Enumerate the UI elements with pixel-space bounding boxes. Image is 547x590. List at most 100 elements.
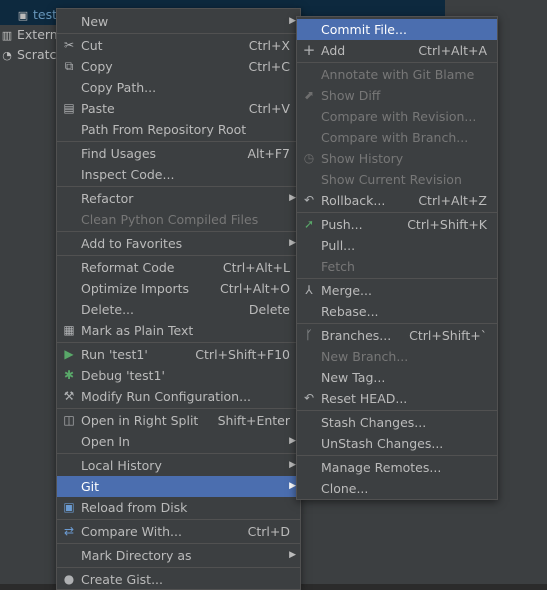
git-item-add[interactable]: + Add Ctrl+Alt+A xyxy=(297,40,497,61)
git-item-compare-branch[interactable]: Compare with Branch... xyxy=(297,127,497,148)
menu-item-label: Create Gist... xyxy=(81,572,164,587)
git-item-new-tag[interactable]: New Tag... xyxy=(297,367,497,388)
menu-separator xyxy=(57,33,300,34)
menu-item-label: Delete... xyxy=(81,302,134,317)
menu-item-label: UnStash Changes... xyxy=(321,436,444,451)
menu-item-git[interactable]: Git ▶ xyxy=(57,476,300,497)
git-item-clone[interactable]: Clone... xyxy=(297,478,497,499)
menu-item-label: Open in Right Split xyxy=(81,413,199,428)
menu-item-label: Copy Path... xyxy=(81,80,157,95)
menu-item-label: Compare with Branch... xyxy=(321,130,469,145)
menu-item-shortcut: Ctrl+Alt+A xyxy=(418,43,487,58)
menu-item-copy-path[interactable]: Copy Path... xyxy=(57,77,300,98)
menu-item-shortcut: Ctrl+C xyxy=(248,59,290,74)
git-item-annotate[interactable]: Annotate with Git Blame xyxy=(297,64,497,85)
menu-item-shortcut: Ctrl+Shift+F10 xyxy=(195,347,290,362)
context-menu: New ▶ ✂ Cut Ctrl+X ⧉ Copy Ctrl+C Copy Pa… xyxy=(56,8,301,590)
menu-item-label: Mark as Plain Text xyxy=(81,323,194,338)
menu-item-shortcut: Ctrl+Shift+K xyxy=(407,217,487,232)
merge-icon: ⅄ xyxy=(305,283,313,297)
submenu-arrow-icon: ▶ xyxy=(289,550,296,560)
tree-row-scratches[interactable]: ◔ Scratch xyxy=(0,45,64,65)
menu-item-label: Add xyxy=(321,43,346,58)
run-icon: ▶ xyxy=(64,347,74,361)
submenu-arrow-icon: ▶ xyxy=(289,193,296,203)
menu-item-label: New xyxy=(81,14,109,29)
menu-separator xyxy=(297,410,497,411)
menu-item-label: Path From Repository Root xyxy=(81,122,247,137)
menu-item-copy[interactable]: ⧉ Copy Ctrl+C xyxy=(57,56,300,77)
menu-item-label: Compare With... xyxy=(81,524,182,539)
menu-item-label: Find Usages xyxy=(81,146,157,161)
git-item-merge[interactable]: ⅄ Merge... xyxy=(297,280,497,301)
menu-item-label: Clone... xyxy=(321,481,369,496)
plus-icon: + xyxy=(302,41,316,59)
wrench-icon: ⚒ xyxy=(63,389,75,403)
git-item-fetch[interactable]: Fetch xyxy=(297,256,497,277)
menu-item-open-in[interactable]: Open In ▶ xyxy=(57,431,300,452)
menu-item-clean-python-compiled[interactable]: Clean Python Compiled Files xyxy=(57,209,300,230)
python-file-icon: ▣ xyxy=(17,9,29,22)
menu-item-label: Local History xyxy=(81,458,162,473)
menu-item-label: New Tag... xyxy=(321,370,386,385)
menu-item-find-usages[interactable]: Find Usages Alt+F7 xyxy=(57,143,300,164)
menu-item-debug[interactable]: ✱ Debug 'test1' xyxy=(57,365,300,386)
menu-separator xyxy=(57,567,300,568)
menu-item-shortcut: Alt+F7 xyxy=(247,146,290,161)
menu-item-paste[interactable]: ▤ Paste Ctrl+V xyxy=(57,98,300,119)
menu-item-reformat-code[interactable]: Reformat Code Ctrl+Alt+L xyxy=(57,257,300,278)
menu-item-label: Merge... xyxy=(321,283,372,298)
menu-item-delete[interactable]: Delete... Delete xyxy=(57,299,300,320)
git-item-stash[interactable]: Stash Changes... xyxy=(297,412,497,433)
git-item-compare-revision[interactable]: Compare with Revision... xyxy=(297,106,497,127)
library-icon: ▥ xyxy=(1,29,13,42)
git-item-new-branch[interactable]: New Branch... xyxy=(297,346,497,367)
menu-item-reload-from-disk[interactable]: ▣ Reload from Disk xyxy=(57,497,300,518)
menu-item-label: Mark Directory as xyxy=(81,548,192,563)
menu-item-add-to-favorites[interactable]: Add to Favorites ▶ xyxy=(57,233,300,254)
git-item-pull[interactable]: Pull... xyxy=(297,235,497,256)
menu-item-shortcut: Ctrl+Alt+O xyxy=(220,281,290,296)
menu-item-inspect-code[interactable]: Inspect Code... xyxy=(57,164,300,185)
git-item-manage-remotes[interactable]: Manage Remotes... xyxy=(297,457,497,478)
submenu-arrow-icon: ▶ xyxy=(289,460,296,470)
menu-item-optimize-imports[interactable]: Optimize Imports Ctrl+Alt+O xyxy=(57,278,300,299)
menu-item-label: Manage Remotes... xyxy=(321,460,442,475)
menu-item-label: Rollback... xyxy=(321,193,386,208)
git-item-show-diff[interactable]: ⬈ Show Diff xyxy=(297,85,497,106)
git-item-rebase[interactable]: Rebase... xyxy=(297,301,497,322)
menu-item-run[interactable]: ▶ Run 'test1' Ctrl+Shift+F10 xyxy=(57,344,300,365)
clock-icon: ◷ xyxy=(303,151,315,165)
git-item-commit-file[interactable]: Commit File... xyxy=(297,19,497,40)
menu-separator xyxy=(57,255,300,256)
menu-item-label: Modify Run Configuration... xyxy=(81,389,252,404)
menu-item-modify-run-config[interactable]: ⚒ Modify Run Configuration... xyxy=(57,386,300,407)
menu-item-local-history[interactable]: Local History ▶ xyxy=(57,455,300,476)
menu-item-new[interactable]: New ▶ xyxy=(57,11,300,32)
menu-item-label: Reformat Code xyxy=(81,260,175,275)
menu-item-path-from-repo-root[interactable]: Path From Repository Root xyxy=(57,119,300,140)
submenu-arrow-icon: ▶ xyxy=(289,481,296,491)
push-arrow-icon: ➚ xyxy=(303,217,315,231)
git-submenu: Commit File... + Add Ctrl+Alt+A Annotate… xyxy=(296,16,498,500)
github-icon: ● xyxy=(63,572,75,586)
diff-arrow-icon: ⬈ xyxy=(303,88,315,102)
git-item-show-current-revision[interactable]: Show Current Revision xyxy=(297,169,497,190)
undo-icon: ↶ xyxy=(303,193,315,207)
menu-item-compare-with[interactable]: ⇄ Compare With... Ctrl+D xyxy=(57,521,300,542)
menu-item-mark-plain-text[interactable]: ▦ Mark as Plain Text xyxy=(57,320,300,341)
menu-item-create-gist[interactable]: ● Create Gist... xyxy=(57,569,300,590)
menu-item-label: Refactor xyxy=(81,191,134,206)
menu-item-cut[interactable]: ✂ Cut Ctrl+X xyxy=(57,35,300,56)
git-item-push[interactable]: ➚ Push... Ctrl+Shift+K xyxy=(297,214,497,235)
plain-text-icon: ▦ xyxy=(63,323,75,337)
git-item-branches[interactable]: ᚴ Branches... Ctrl+Shift+` xyxy=(297,325,497,346)
menu-separator xyxy=(57,543,300,544)
menu-item-open-right-split[interactable]: ◫ Open in Right Split Shift+Enter xyxy=(57,410,300,431)
git-item-show-history[interactable]: ◷ Show History xyxy=(297,148,497,169)
git-item-unstash[interactable]: UnStash Changes... xyxy=(297,433,497,454)
git-item-reset-head[interactable]: ↶ Reset HEAD... xyxy=(297,388,497,409)
git-item-rollback[interactable]: ↶ Rollback... Ctrl+Alt+Z xyxy=(297,190,497,211)
menu-item-mark-directory-as[interactable]: Mark Directory as ▶ xyxy=(57,545,300,566)
menu-item-refactor[interactable]: Refactor ▶ xyxy=(57,188,300,209)
